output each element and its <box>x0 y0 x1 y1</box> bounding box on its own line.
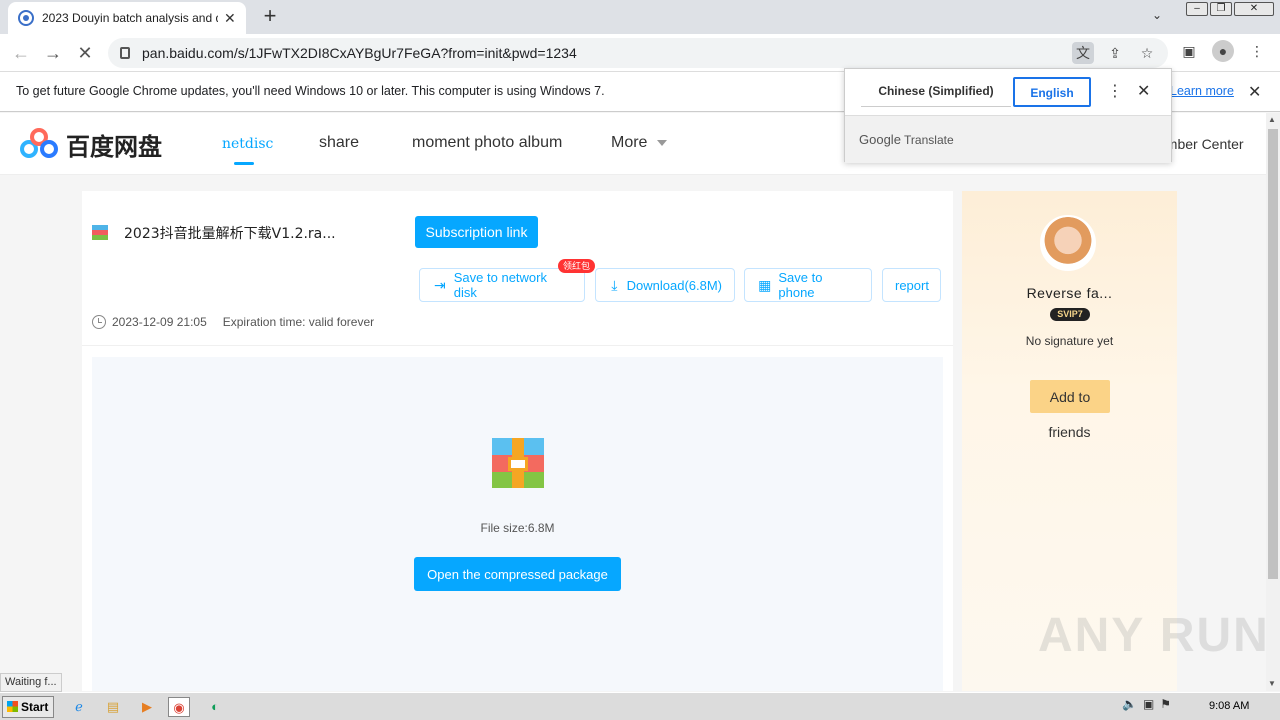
add-friend-button[interactable]: Add to <box>1030 380 1110 413</box>
restore-button[interactable]: ❐ <box>1210 2 1232 16</box>
browser-tab[interactable]: 2023 Douyin batch analysis and dow ✕ <box>8 2 246 34</box>
sharer-name[interactable]: Reverse fa... <box>962 285 1177 301</box>
file-size: File size:6.8M <box>480 521 555 535</box>
tab-strip: 2023 Douyin batch analysis and dow ✕ + ⌄… <box>0 0 1280 34</box>
translate-popup: Chinese (Simplified) English ⋮ ✕ Google … <box>844 68 1172 163</box>
flag-icon[interactable]: ⚑ <box>1160 697 1171 711</box>
toolbar-right: ▣ ● ⋮ <box>1178 40 1268 62</box>
expiration-text: Expiration time: valid forever <box>222 315 375 329</box>
nav-share[interactable]: share <box>319 134 359 152</box>
start-button[interactable]: Start <box>2 696 54 718</box>
clock-icon <box>92 315 106 329</box>
internet-explorer-icon[interactable]: ℯ <box>68 697 90 717</box>
tab-title: 2023 Douyin batch analysis and dow <box>42 11 218 25</box>
file-name: 2023抖音批量解析下载V1.2.ra... <box>124 226 336 242</box>
bookmark-star-icon[interactable]: ☆ <box>1136 42 1158 64</box>
infobar-close-icon[interactable]: ✕ <box>1248 82 1261 102</box>
back-button[interactable]: ← <box>8 40 34 66</box>
nav-more-label: More <box>611 134 648 151</box>
baidu-logo[interactable]: 百度网盘 <box>20 127 162 162</box>
report-label: report <box>895 277 929 293</box>
download-label: Download(6.8M) <box>626 277 722 293</box>
baidu-cloud-logo-icon <box>20 127 60 162</box>
learn-more-link[interactable]: Learn more <box>1170 84 1234 98</box>
nav-moment-photo-album[interactable]: moment photo album <box>412 134 562 152</box>
rar-file-icon <box>92 225 108 241</box>
system-tray: 🔈 ▣ ⚑ <box>1122 697 1171 711</box>
save-to-disk-icon: ⇥ <box>434 277 446 293</box>
nav-netdisc[interactable]: netdisc <box>222 136 273 152</box>
forward-button[interactable]: → <box>40 40 66 66</box>
subscription-link-button[interactable]: Subscription link <box>415 216 538 248</box>
media-player-icon[interactable]: ▶ <box>136 697 158 717</box>
avatar[interactable] <box>1040 215 1096 271</box>
infobar-message: To get future Google Chrome updates, you… <box>16 84 605 98</box>
qr-code-icon: ▦ <box>758 277 772 293</box>
translate-label: Translate <box>904 133 954 147</box>
scroll-up-arrow-icon[interactable]: ▲ <box>1268 115 1276 124</box>
save-to-phone-label: Save to phone <box>778 270 823 300</box>
nav-more[interactable]: More <box>611 134 668 152</box>
network-icon[interactable]: ▣ <box>1143 697 1154 711</box>
source-language-tab[interactable]: Chinese (Simplified) <box>861 77 1011 107</box>
tab-search-chevron-icon[interactable]: ⌄ <box>1152 8 1162 22</box>
logo-text: 百度网盘 <box>66 133 162 161</box>
browser-toolbar: ← → ✕ pan.baidu.com/s/1JFwTX2DI8CxAYBgUr… <box>0 34 1280 72</box>
translate-options-icon[interactable]: ⋮ <box>1107 81 1123 101</box>
taskbar-clock[interactable]: 9:08 AM <box>1209 700 1249 712</box>
red-envelope-badge: 领红包 <box>558 259 596 273</box>
archive-preview-area: File size:6.8M Open the compressed packa… <box>92 357 943 691</box>
profile-icon[interactable]: ● <box>1212 40 1234 62</box>
nav-active-indicator <box>234 162 254 165</box>
share-date: 2023-12-09 21:05 <box>112 315 207 329</box>
divider <box>82 345 953 346</box>
target-language-tab[interactable]: English <box>1013 77 1091 107</box>
svip-badge: SVIP7 <box>1050 308 1090 321</box>
scroll-down-arrow-icon[interactable]: ▼ <box>1268 679 1276 688</box>
window-controls: – ❐ ✕ <box>1186 2 1274 16</box>
loading-status: Waiting f... <box>0 673 62 692</box>
google-logo: Google <box>859 132 901 147</box>
signature-text: No signature yet <box>1025 334 1114 348</box>
file-meta: 2023-12-09 21:05 Expiration time: valid … <box>92 315 374 329</box>
file-share-card: 2023抖音批量解析下载V1.2.ra... Subscription link… <box>82 191 953 691</box>
chrome-menu-icon[interactable]: ⋮ <box>1246 40 1268 62</box>
download-button[interactable]: ⤓ Download(6.8M) <box>595 268 735 302</box>
save-to-phone-button[interactable]: ▦ Save to phone <box>744 268 872 302</box>
lock-icon[interactable] <box>120 47 130 59</box>
chrome-taskbar-icon[interactable]: ◉ <box>168 697 190 717</box>
translate-icon[interactable]: 文 <box>1072 42 1094 64</box>
download-icon: ⤓ <box>611 277 618 293</box>
volume-icon[interactable]: 🔈 <box>1122 697 1137 711</box>
tab-close-icon[interactable]: ✕ <box>224 10 236 27</box>
stop-loading-button[interactable]: ✕ <box>72 40 98 66</box>
report-button[interactable]: report <box>882 268 941 302</box>
windows-taskbar: Start ℯ ▤ ▶ ◉ ◐ 🔈 ▣ ⚑ 9:08 AM <box>0 692 1280 720</box>
url-text[interactable]: pan.baidu.com/s/1JFwTX2DI8CxAYBgUr7FeGA?… <box>142 45 577 61</box>
new-tab-button[interactable]: + <box>258 4 282 28</box>
add-friend-suffix: friends <box>1048 424 1091 440</box>
save-to-network-disk-button[interactable]: ⇥ Save to network disk <box>419 268 585 302</box>
window-close-button[interactable]: ✕ <box>1234 2 1274 16</box>
share-icon[interactable]: ⇪ <box>1104 42 1126 64</box>
minimize-button[interactable]: – <box>1186 2 1208 16</box>
translate-footer: Google Translate <box>845 115 1171 163</box>
compressed-package-icon <box>492 438 544 488</box>
anyrun-watermark: ANY RUN <box>1038 609 1270 662</box>
scroll-thumb[interactable] <box>1268 129 1278 579</box>
caret-down-icon <box>657 139 668 146</box>
open-compressed-package-button[interactable]: Open the compressed package <box>414 557 621 591</box>
save-to-network-disk-label: Save to network disk <box>453 270 547 300</box>
omnibox-actions: 文 ⇪ ☆ <box>1072 42 1158 64</box>
baidu-favicon-icon <box>18 10 34 26</box>
side-panel-icon[interactable]: ▣ <box>1178 40 1200 62</box>
vertical-scrollbar[interactable]: ▲ ▼ <box>1266 113 1280 691</box>
translate-close-icon[interactable]: ✕ <box>1137 81 1150 101</box>
file-explorer-icon[interactable]: ▤ <box>102 697 124 717</box>
edge-icon[interactable]: ◐ <box>204 697 226 717</box>
address-bar[interactable]: pan.baidu.com/s/1JFwTX2DI8CxAYBgUr7FeGA?… <box>108 38 1168 68</box>
